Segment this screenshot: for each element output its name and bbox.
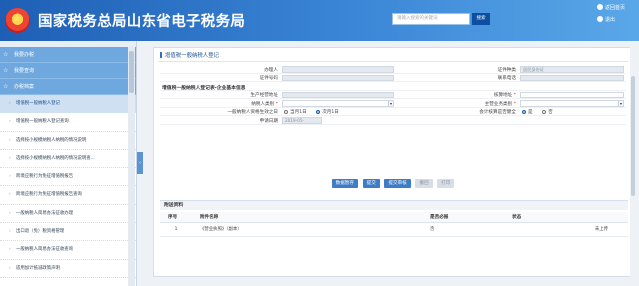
attachments-title: 附送资料 <box>160 200 628 210</box>
sidebar-item[interactable]: 选择按小规模纳税人纳税的情况说明查... <box>0 150 136 169</box>
submit-button[interactable]: 提交 <box>362 179 380 188</box>
star-icon: ☆ <box>3 51 9 58</box>
status-badge: 未上传 <box>504 222 628 237</box>
table-row: 1 《营业执照》（副本） 否 未上传 <box>160 222 628 237</box>
column-header: 状态 <box>504 212 628 223</box>
address-field <box>282 91 394 98</box>
sidebar-item[interactable]: 跨境应税行为免征增值税报告查询 <box>0 186 136 205</box>
attachment-name[interactable]: 《营业执照》（副本） <box>192 222 422 237</box>
id-type-field: 居民身份证 <box>520 66 624 73</box>
phone-field <box>520 74 624 81</box>
column-header: 附件名称 <box>192 212 422 223</box>
page-scrollbar[interactable] <box>630 41 636 286</box>
chevron-down-icon: ▾ <box>618 101 623 106</box>
main-content: 增值税一般纳税人登记 办理人 证件种类 居民身份证 证件号码 联系电话 增值税一… <box>143 41 636 286</box>
save-draft-button[interactable]: 数据暂存 <box>331 179 358 188</box>
top-header: 国家税务总局山东省电子税务局 请输入搜索的关键词 搜索 返回首页 退出 <box>0 0 639 41</box>
star-icon: ☆ <box>3 83 9 90</box>
sidebar-item[interactable]: 选择按小规模纳税人纳税的情况说明 <box>0 132 136 150</box>
search-button[interactable]: 搜索 <box>472 13 490 25</box>
section-title: 增值税一般纳税人登记表-企业基本信息 <box>162 85 246 91</box>
column-header: 是否必报 <box>422 212 504 223</box>
sidebar-group-archive[interactable]: ☆ 办税档案 <box>0 79 136 95</box>
sidebar-group-tax[interactable]: ☆ 我要办税 <box>0 47 136 63</box>
print-button[interactable]: 打印 <box>437 179 455 188</box>
effective-next-month-radio[interactable]: 次月1日 <box>316 109 339 115</box>
sidebar-item[interactable]: 增值税一般纳税人登记查询 <box>0 113 136 132</box>
effective-current-month-radio[interactable]: 当月1日 <box>284 109 307 115</box>
site-title: 国家税务总局山东省电子税务局 <box>38 14 246 30</box>
submit-review-button[interactable]: 提交审核 <box>384 179 411 188</box>
form-panel: 增值税一般纳税人登记 办理人 证件种类 居民身份证 证件号码 联系电话 增值税一… <box>153 47 633 277</box>
sidebar-scrollbar[interactable] <box>128 47 135 286</box>
home-icon <box>597 4 603 10</box>
sidebar: ☆我要办税 ☆我要查询 ☆办税档案 增值税一般纳税人登记 增值税一般纳税人登记查… <box>0 41 137 286</box>
tax-emblem-icon <box>5 8 30 33</box>
apply-date-field: 2019-05- <box>282 117 322 124</box>
main-business-select[interactable]: ▾ <box>520 100 624 107</box>
sidebar-item-general-taxpayer-registration[interactable]: 增值税一般纳税人登记 <box>0 95 136 114</box>
attachments-table: 序号 附件名称 是否必报 状态 1 《营业执照》（副本） 否 未上传 <box>160 212 628 237</box>
taxpayer-category-select[interactable]: ▾ <box>282 100 394 107</box>
effective-date-radio-group: 当月1日 次月1日 <box>284 109 347 115</box>
column-header: 序号 <box>160 212 192 223</box>
accounting-radio-group: 是 否 <box>522 109 561 115</box>
search-input[interactable]: 请输入搜索的关键词 <box>392 13 470 25</box>
accounting-no-radio[interactable]: 否 <box>542 109 553 115</box>
power-icon <box>597 16 603 22</box>
action-bar: 数据暂存 提交 提交审核 撤回 打印 <box>154 179 632 188</box>
registration-form: 办理人 证件种类 居民身份证 证件号码 联系电话 增值税一般纳税人登记表-企业基… <box>160 65 626 125</box>
sidebar-item[interactable]: 适用加计抵减政策声明 <box>0 260 136 278</box>
sidebar-group-query[interactable]: ☆ 我要查询 <box>0 63 136 79</box>
id-number-field <box>282 74 394 81</box>
chevron-down-icon: ▾ <box>388 101 393 106</box>
sidebar-item[interactable]: 一般纳税人简易办法征收办理 <box>0 205 136 224</box>
handler-field <box>282 66 394 73</box>
star-icon: ☆ <box>3 67 9 74</box>
exit-link[interactable]: 退出 <box>597 16 615 23</box>
sidebar-item[interactable]: 出口退（免）税资格管理 <box>0 223 136 242</box>
sidebar-item[interactable]: 一般纳税人简易办法征收查询 <box>0 241 136 260</box>
breadcrumb: 增值税一般纳税人登记 <box>160 51 219 59</box>
sidebar-item[interactable]: 跨境应税行为免征增值税报告 <box>0 168 136 187</box>
withdraw-button[interactable]: 撤回 <box>415 179 433 188</box>
home-link[interactable]: 返回首页 <box>597 4 625 11</box>
accounting-yes-radio[interactable]: 是 <box>522 109 533 115</box>
scope-input[interactable] <box>520 91 624 98</box>
